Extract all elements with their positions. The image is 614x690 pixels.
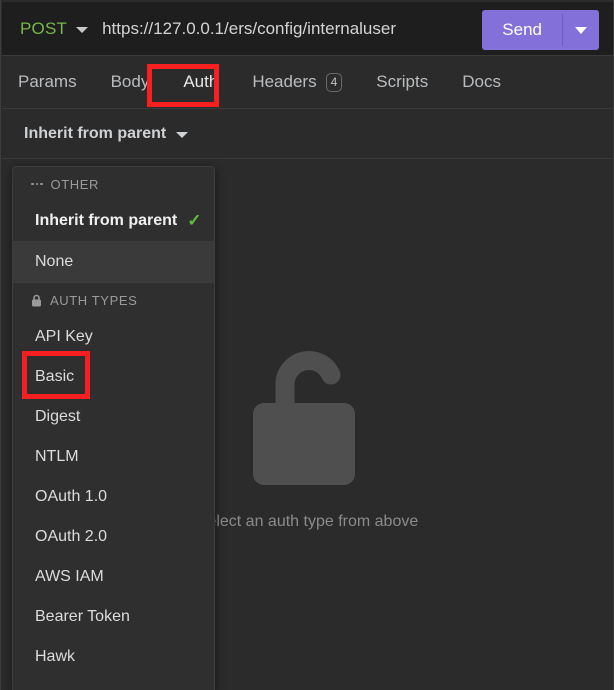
menu-item-none[interactable]: None [13, 242, 214, 282]
menu-item-label: Digest [35, 408, 81, 425]
tab-label: Body [110, 72, 150, 91]
menu-item-label: Hawk [35, 648, 76, 665]
tab-label: Params [18, 72, 77, 91]
send-button-group: Send [482, 10, 599, 50]
menu-item-oauth-1[interactable]: OAuth 1.0 [13, 477, 214, 517]
http-method-label[interactable]: POST [20, 19, 67, 39]
tab-headers[interactable]: Headers 4 [235, 56, 359, 108]
menu-item-aws-iam[interactable]: AWS IAM [13, 557, 214, 597]
tab-params[interactable]: Params [2, 56, 94, 108]
tab-docs[interactable]: Docs [445, 56, 518, 108]
menu-item-oauth-2[interactable]: OAuth 2.0 [13, 517, 214, 557]
menu-item-label: AWS IAM [35, 568, 104, 585]
menu-item-label: Bearer Token [35, 608, 130, 625]
menu-item-label: OAuth 1.0 [35, 488, 108, 505]
menu-item-inherit-from-parent[interactable]: Inherit from parent ✓ [13, 201, 214, 241]
menu-item-api-key[interactable]: API Key [13, 317, 214, 357]
tab-label: Scripts [376, 72, 429, 91]
menu-item-ntlm[interactable]: NTLM [13, 437, 214, 477]
menu-item-basic[interactable]: Basic [13, 357, 214, 397]
menu-section-header-auth-types: AUTH TYPES [13, 283, 214, 317]
tab-label: Docs [462, 72, 501, 91]
request-tabs: Params Body Auth Headers 4 Scripts Docs [2, 56, 613, 109]
menu-item-label: None [35, 253, 74, 270]
menu-item-digest[interactable]: Digest [13, 397, 214, 437]
lock-icon [32, 294, 41, 306]
tab-auth[interactable]: Auth [166, 56, 235, 108]
send-options-button[interactable] [563, 10, 599, 50]
menu-section-label: AUTH TYPES [50, 292, 138, 308]
menu-item-label: Inherit from parent [35, 212, 178, 229]
menu-item-label: OAuth 2.0 [35, 528, 108, 545]
url-bar: POST https://127.0.0.1/ers/config/intern… [2, 2, 613, 56]
auth-type-dropdown-menu: OTHER Inherit from parent ✓ None AUTH TY… [12, 166, 215, 690]
check-icon: ✓ [187, 211, 202, 230]
headers-count-badge: 4 [325, 72, 343, 92]
menu-item-label: API Key [35, 328, 93, 345]
menu-section-label: OTHER [50, 176, 99, 192]
menu-section-header-other: OTHER [13, 167, 214, 201]
chevron-down-icon[interactable] [176, 131, 189, 138]
auth-type-selected-label[interactable]: Inherit from parent [24, 125, 166, 143]
auth-type-selector-row: Inherit from parent [2, 109, 613, 159]
tab-body[interactable]: Body [94, 56, 167, 108]
postman-request-pane: POST https://127.0.0.1/ers/config/intern… [0, 0, 614, 690]
chevron-down-icon[interactable] [76, 26, 89, 33]
tab-label: Headers [252, 72, 317, 91]
unlocked-padlock-icon [252, 350, 355, 485]
dots-icon [31, 182, 43, 186]
auth-empty-state-text: Select an auth type from above [196, 512, 419, 530]
tab-scripts[interactable]: Scripts [359, 56, 445, 108]
menu-item-hawk[interactable]: Hawk [13, 637, 214, 677]
chevron-down-icon [575, 26, 587, 34]
url-input[interactable]: https://127.0.0.1/ers/config/internaluse… [102, 19, 396, 39]
menu-item-label: Basic [35, 368, 75, 385]
menu-item-label: NTLM [35, 448, 79, 465]
tab-label: Auth [183, 72, 219, 91]
send-button[interactable]: Send [482, 10, 562, 50]
menu-item-bearer-token[interactable]: Bearer Token [13, 597, 214, 637]
